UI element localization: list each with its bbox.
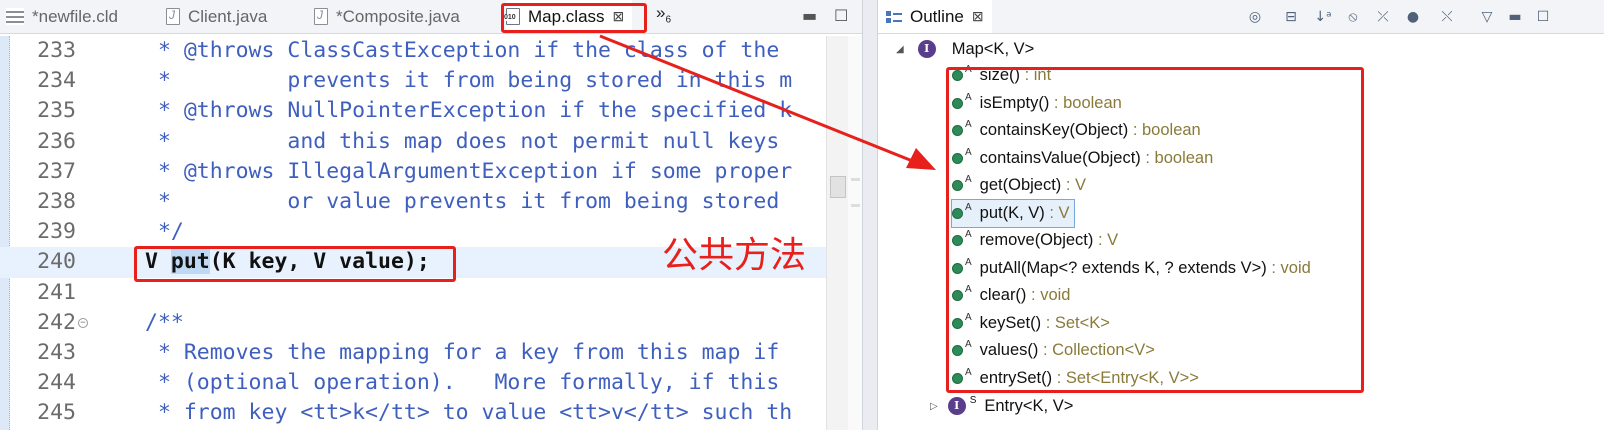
tab-composite-java[interactable]: *Composite.java <box>314 0 460 33</box>
line-number: 237 <box>37 158 76 184</box>
code-text: /** <box>145 309 184 335</box>
line-number: 245 <box>37 400 76 426</box>
outline-icon <box>886 9 902 25</box>
maximize-icon[interactable]: ☐ <box>1534 8 1552 26</box>
interface-icon: I <box>917 40 936 58</box>
line-number: 233 <box>37 38 76 63</box>
code-line: 244 * (optional operation). More formall… <box>0 368 826 398</box>
tab-outline[interactable]: Outline ⊠ <box>878 0 992 33</box>
code-text: * or value prevents it from being stored <box>145 188 780 214</box>
line-number: 238 <box>37 188 76 214</box>
tab-overflow-button[interactable]: »6 <box>656 3 671 25</box>
overview-ruler <box>848 36 862 430</box>
line-number: 244 <box>37 370 76 396</box>
ruler-mark <box>851 178 860 181</box>
tree-node-entry[interactable]: ▷ I S Entry<K, V> <box>930 393 1073 419</box>
code-text: * @throws ClassCastException if the clas… <box>145 38 780 63</box>
java-file-icon <box>314 8 328 25</box>
tree-node-map[interactable]: ◢ I Map<K, V> <box>896 36 1034 62</box>
code-line: 238 * or value prevents it from being st… <box>0 187 826 217</box>
code-text: * @throws NullPointerException if the sp… <box>145 98 793 124</box>
code-line: 234 * prevents it from being stored in t… <box>0 66 826 96</box>
view-menu-icon[interactable]: ▽ <box>1478 8 1496 26</box>
tab-label: *newfile.cld <box>32 6 118 26</box>
highlight-box-methods <box>946 67 1364 393</box>
focus-icon[interactable]: ◎ <box>1246 8 1264 26</box>
hide-fields-icon[interactable]: ⦸ <box>1344 8 1362 26</box>
line-number: 239 <box>37 219 76 245</box>
sort-icon[interactable]: ↓ᵃ <box>1314 8 1332 26</box>
code-line: 237 * @throws IllegalArgumentException i… <box>0 157 826 187</box>
editor-tab-bar: *newfile.cld Client.java *Composite.java… <box>0 0 862 34</box>
java-file-icon <box>166 8 180 25</box>
code-line: 245 * from key <tt>k</tt> to value <tt>v… <box>0 398 826 428</box>
code-text: * from key <tt>k</tt> to value <tt>v</tt… <box>145 400 793 426</box>
tree-node-label: Entry<K, V> <box>984 396 1074 415</box>
collapsed-icon[interactable]: ▷ <box>930 401 938 412</box>
scrollbar-thumb[interactable] <box>830 176 846 198</box>
code-text: * and this map does not permit null keys <box>145 128 780 154</box>
hide-local-types-icon[interactable]: ⤬ <box>1438 8 1456 26</box>
code-text: */ <box>145 219 184 245</box>
tab-label: Outline <box>910 6 964 26</box>
close-icon[interactable]: ⊠ <box>972 8 984 25</box>
minimize-icon[interactable]: ▬ <box>1506 8 1524 26</box>
code-line: 243 * Removes the mapping for a key from… <box>0 338 826 368</box>
tab-label: *Composite.java <box>336 6 460 26</box>
code-text: * (optional operation). More formally, i… <box>145 370 780 396</box>
code-text: * prevents it from being stored in this … <box>145 68 793 94</box>
static-marker: S <box>969 395 977 406</box>
annotation-label: 公共方法 <box>662 235 807 276</box>
line-number: 235 <box>37 98 76 124</box>
ruler-mark <box>851 204 860 207</box>
code-line: 233 * @throws ClassCastException if the … <box>0 36 826 66</box>
outline-toolbar: Outline ⊠ ◎ ⊟ ↓ᵃ ⦸ ⤫ ● ⤬ ▽ ▬ ☐ <box>878 0 1604 34</box>
tab-newfile-cld[interactable]: *newfile.cld <box>6 0 118 33</box>
line-number: 243 <box>37 339 76 365</box>
hide-nonpublic-icon[interactable]: ● <box>1404 8 1422 26</box>
line-number: 240 <box>37 249 76 275</box>
line-number: 241 <box>37 279 76 305</box>
code-line: 235 * @throws NullPointerException if th… <box>0 96 826 126</box>
pane-divider[interactable] <box>862 0 878 430</box>
expanded-icon[interactable]: ◢ <box>896 44 904 55</box>
fold-icon[interactable]: − <box>78 317 88 328</box>
code-line: 236 * and this map does not permit null … <box>0 127 826 157</box>
tree-node-label: Map<K, V> <box>951 39 1035 58</box>
code-line: 242− /** <box>0 308 826 338</box>
highlight-box-tab <box>501 3 647 33</box>
vertical-scrollbar[interactable] <box>826 36 848 430</box>
minimize-icon[interactable]: ▬ <box>802 6 817 25</box>
cld-file-icon <box>6 8 24 25</box>
interface-icon: I <box>947 397 966 415</box>
collapse-all-icon[interactable]: ⊟ <box>1282 8 1300 26</box>
highlight-box-method <box>134 246 456 282</box>
code-text: * Removes the mapping for a key from thi… <box>145 339 780 365</box>
line-number: 236 <box>37 128 76 154</box>
tab-client-java[interactable]: Client.java <box>166 0 267 33</box>
hide-static-icon[interactable]: ⤫ <box>1374 8 1392 26</box>
maximize-icon[interactable]: ☐ <box>834 6 848 25</box>
hidden-tab-count: 6 <box>665 14 672 26</box>
line-number: 242 <box>37 309 76 335</box>
tab-label: Client.java <box>188 6 268 26</box>
code-editor[interactable]: *newfile.cld Client.java *Composite.java… <box>0 0 862 430</box>
code-line: 241 <box>0 278 826 308</box>
code-text: * @throws IllegalArgumentException if so… <box>145 158 793 184</box>
line-number: 234 <box>37 68 76 94</box>
